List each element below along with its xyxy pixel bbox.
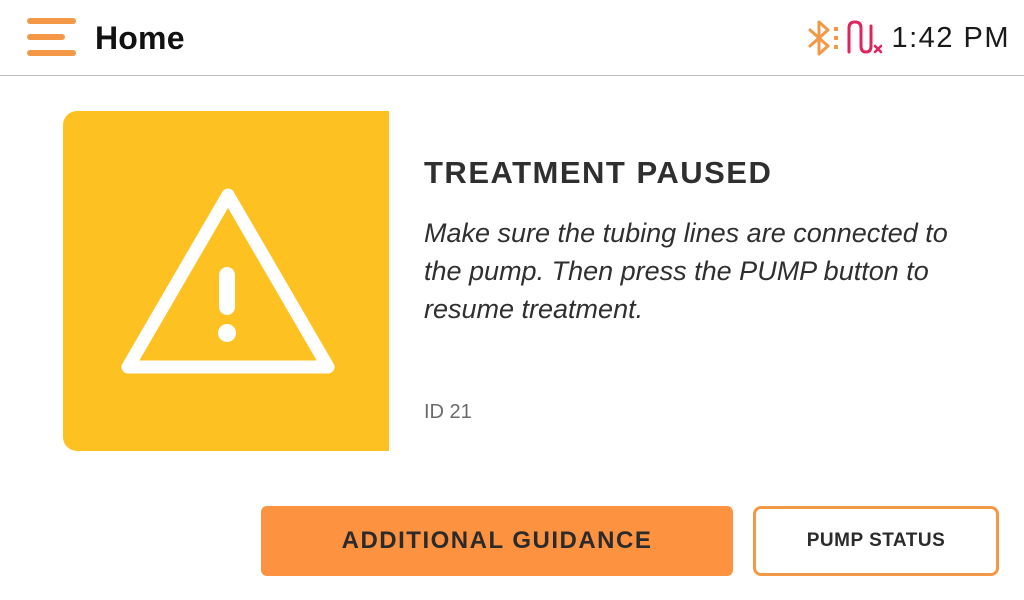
alert-title: TREATMENT PAUSED: [424, 155, 773, 190]
menu-button[interactable]: [22, 12, 82, 64]
warning-triangle-icon: [121, 188, 335, 374]
additional-guidance-button[interactable]: ADDITIONAL GUIDANCE: [261, 506, 733, 576]
pump-disconnected-icon: [847, 20, 882, 54]
alert-icon-tile: [63, 111, 389, 451]
alert-message: Make sure the tubing lines are connected…: [424, 218, 948, 324]
clock: 1:42 PM: [891, 22, 1010, 54]
pump-status-button[interactable]: PUMP STATUS: [753, 506, 999, 576]
page-title: Home: [95, 20, 185, 56]
bluetooth-disconnected-icon: [808, 20, 838, 56]
status-area: 1:42 PM: [806, 18, 1011, 58]
top-bar: Home 1:42 PM: [0, 0, 1024, 76]
alert-id: ID 21: [424, 401, 472, 423]
